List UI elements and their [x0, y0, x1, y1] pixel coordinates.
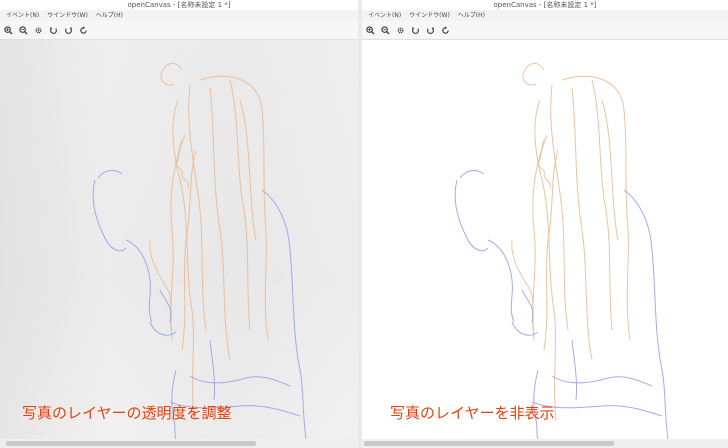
right-canvas-window: openCanvas - [名称未設定 1 *] イベント(N) ウインドウ(W… [362, 0, 728, 448]
drawing-canvas[interactable]: 写真のレイヤーの透明度を調整 [0, 40, 358, 439]
zoom-out-icon[interactable] [19, 25, 28, 35]
window-title: openCanvas - [名称未設定 1 *] [362, 0, 728, 10]
menu-item-help[interactable]: ヘルプ(H) [96, 10, 123, 21]
zoom-in-icon[interactable] [366, 25, 375, 35]
caption-text: 写真のレイヤーを非表示 [390, 404, 555, 422]
menu-item-event[interactable]: イベント(N) [6, 10, 39, 21]
gear-icon[interactable] [34, 26, 43, 35]
menu-item-help[interactable]: ヘルプ(H) [458, 10, 485, 21]
sketch-layer-drawing [454, 63, 669, 439]
rotate-left-icon[interactable] [411, 26, 420, 35]
toolbar [0, 21, 358, 40]
zoom-in-icon[interactable] [4, 25, 13, 35]
refresh-icon[interactable] [441, 26, 450, 35]
menu-bar: イベント(N) ウインドウ(W) ヘルプ(H) [362, 10, 728, 21]
toolbar [362, 21, 728, 40]
horizontal-scrollbar[interactable] [362, 439, 728, 448]
left-canvas-window: openCanvas - [名称未設定 1 *] イベント(N) ウインドウ(W… [0, 0, 358, 448]
rotate-left-icon[interactable] [49, 26, 58, 35]
sketch-layer-drawing [92, 63, 307, 439]
horizontal-scrollbar[interactable] [0, 439, 358, 448]
menu-bar: イベント(N) ウインドウ(W) ヘルプ(H) [0, 10, 358, 21]
menu-item-window[interactable]: ウインドウ(W) [409, 10, 450, 21]
drawing-canvas[interactable]: 写真のレイヤーを非表示 [362, 40, 728, 439]
scrollbar-thumb[interactable] [364, 441, 614, 446]
menu-item-window[interactable]: ウインドウ(W) [47, 10, 88, 21]
menu-item-event[interactable]: イベント(N) [368, 10, 401, 21]
window-title: openCanvas - [名称未設定 1 *] [0, 0, 358, 10]
refresh-icon[interactable] [79, 26, 88, 35]
caption-text: 写真のレイヤーの透明度を調整 [22, 404, 232, 422]
gear-icon[interactable] [396, 26, 405, 35]
zoom-out-icon[interactable] [381, 25, 390, 35]
rotate-right-icon[interactable] [64, 26, 73, 35]
scrollbar-thumb[interactable] [6, 441, 256, 446]
rotate-right-icon[interactable] [426, 26, 435, 35]
